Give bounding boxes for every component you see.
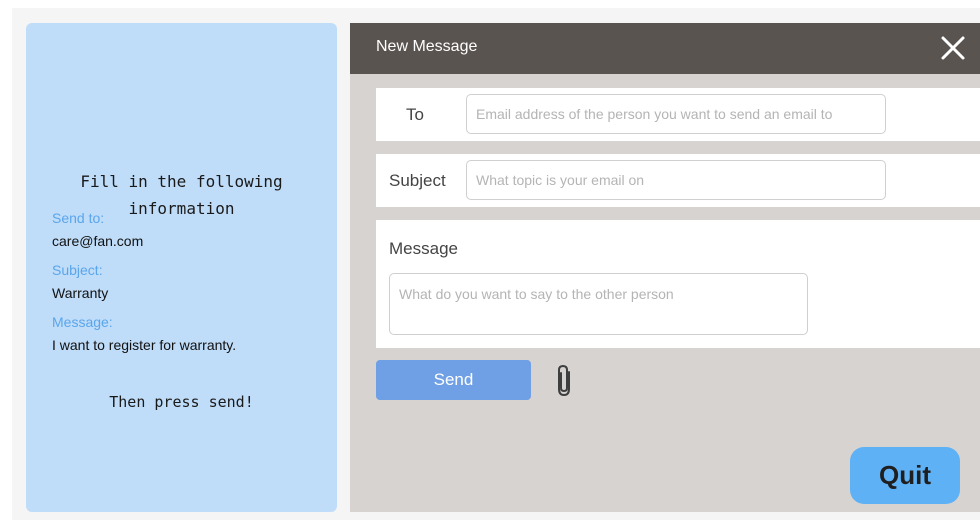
subject-row: Subject [376, 154, 980, 207]
window-title: New Message [376, 38, 478, 55]
send-to-label: Send to: [52, 210, 105, 226]
instructions-panel: Fill in the following information Send t… [26, 23, 337, 512]
subject-instruction-value: Warranty [52, 285, 109, 301]
instructions-footer: Then press send! [109, 393, 254, 411]
message-row: Message [376, 220, 980, 348]
close-icon[interactable] [940, 35, 966, 61]
send-to-value: care@fan.com [52, 233, 144, 249]
subject-instruction-label: Subject: [52, 262, 103, 278]
to-row: To [376, 88, 980, 141]
subject-input[interactable] [466, 160, 886, 200]
message-label: Message [389, 239, 458, 258]
message-instruction-label: Message: [52, 314, 113, 330]
paperclip-icon[interactable] [554, 363, 576, 399]
to-input[interactable] [466, 94, 886, 134]
subject-label: Subject [389, 171, 446, 190]
window-header: New Message [350, 23, 980, 74]
to-label: To [406, 105, 424, 124]
message-instruction-value: I want to register for warranty. [52, 337, 237, 353]
new-message-window: New Message To Subject Message Send Quit [350, 23, 980, 512]
send-button[interactable]: Send [376, 360, 531, 400]
quit-button[interactable]: Quit [850, 447, 960, 504]
message-textarea[interactable] [389, 273, 808, 335]
